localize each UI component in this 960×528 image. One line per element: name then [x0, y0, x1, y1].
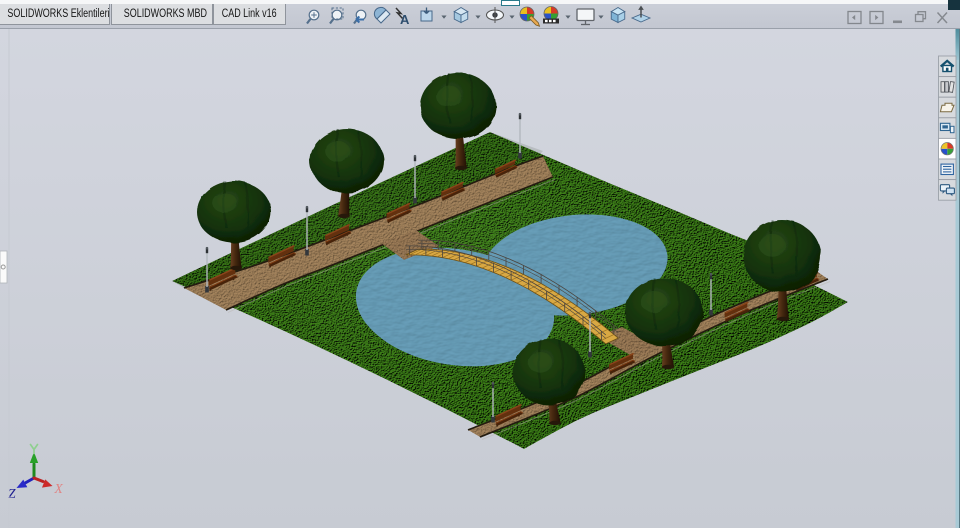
svg-text:X: X — [54, 481, 64, 496]
